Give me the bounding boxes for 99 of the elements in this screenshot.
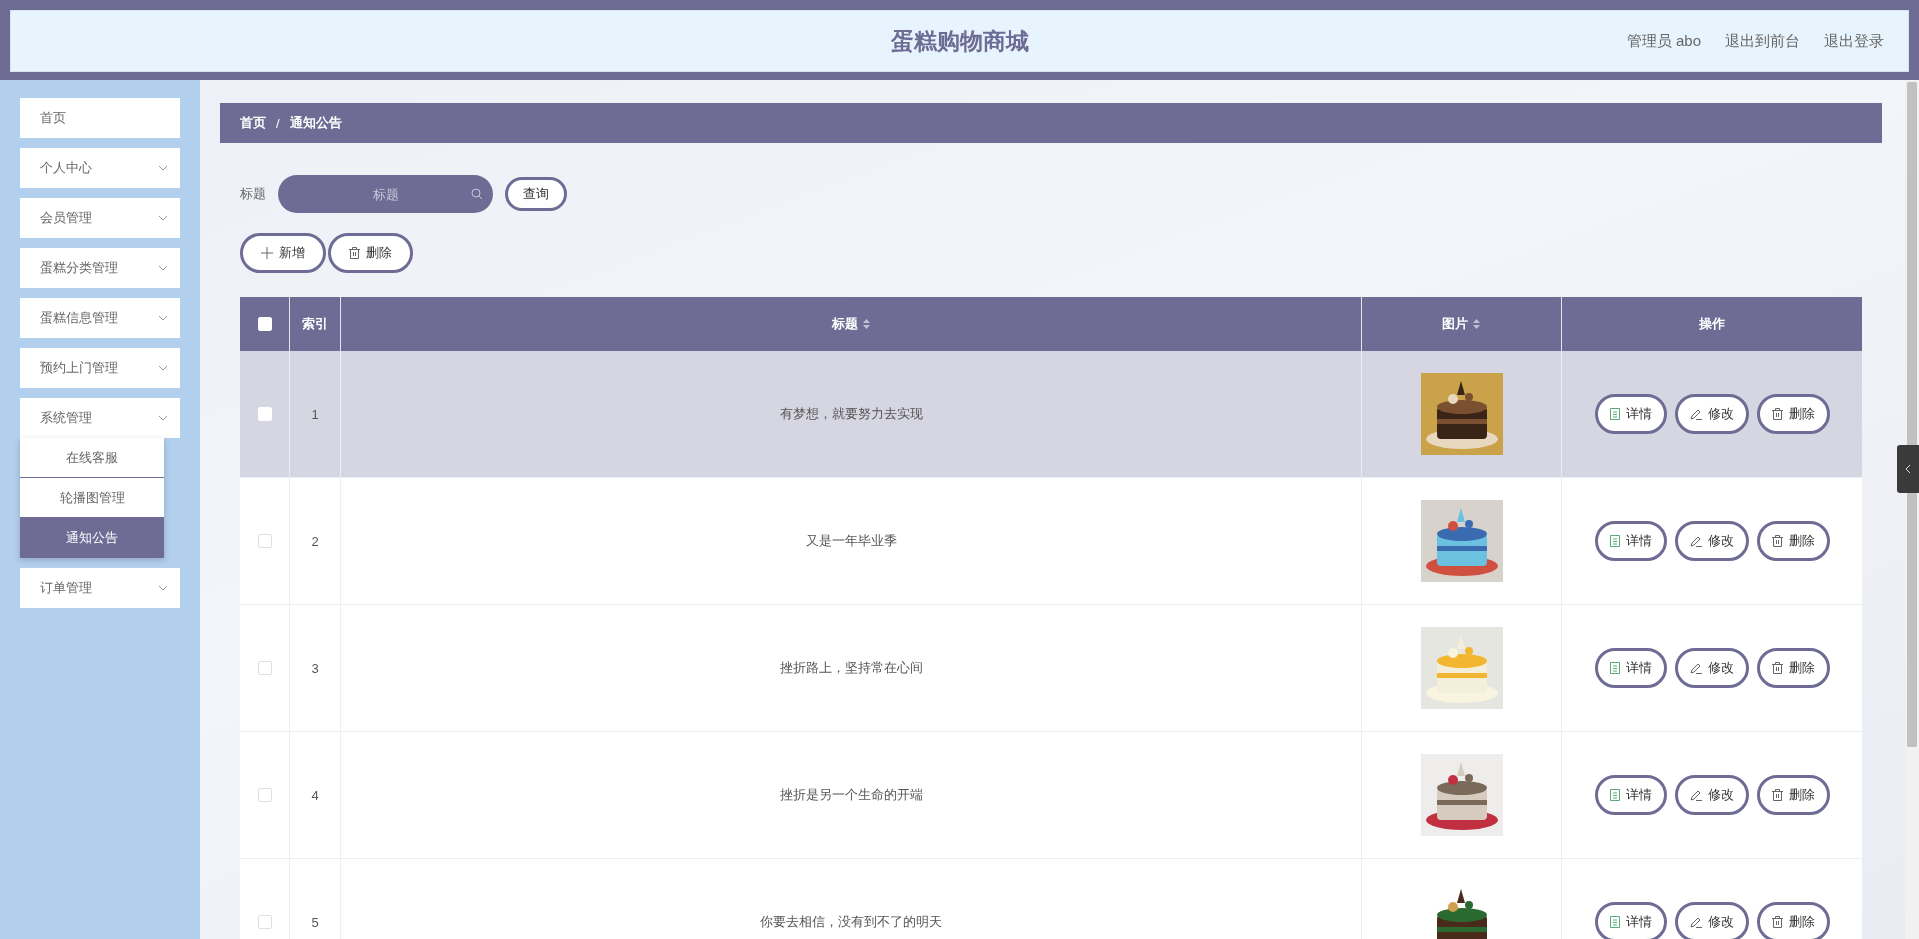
title-cell: 有梦想，就要努力去实现 xyxy=(779,405,923,423)
sidebar-item-label: 首页 xyxy=(40,109,66,127)
sidebar-item[interactable]: 预约上门管理 xyxy=(20,348,180,388)
chevron-left-icon xyxy=(1905,464,1911,474)
column-label: 索引 xyxy=(302,315,328,333)
title-cell: 又是一年毕业季 xyxy=(805,532,897,550)
sidebar-item[interactable]: 个人中心 xyxy=(20,148,180,188)
sidebar-item-label: 蛋糕分类管理 xyxy=(40,259,118,277)
chevron-down-icon xyxy=(158,265,168,271)
header-link[interactable]: 退出到前台 xyxy=(1725,31,1800,51)
row-checkbox[interactable] xyxy=(257,788,272,802)
document-icon xyxy=(1609,789,1620,801)
header-link[interactable]: 管理员 abo xyxy=(1626,31,1701,51)
scrollbar[interactable] xyxy=(1905,80,1919,939)
pencil-icon xyxy=(1689,535,1702,547)
sidebar-item-label: 个人中心 xyxy=(40,159,92,177)
breadcrumb-item[interactable]: 通知公告 xyxy=(289,114,342,132)
delete-button[interactable]: 删除 xyxy=(328,233,413,273)
detail-button[interactable]: 详情 xyxy=(1594,648,1667,688)
table-row[interactable]: 1 有梦想，就要努力去实现 详情 修改 删除 xyxy=(240,351,1862,478)
row-checkbox[interactable] xyxy=(257,661,272,675)
column-label: 标题 xyxy=(831,315,858,333)
index-cell: 4 xyxy=(311,787,319,803)
search-label: 标题 xyxy=(240,185,266,203)
chevron-down-icon xyxy=(158,585,168,591)
document-icon xyxy=(1609,408,1620,420)
sidebar-item-label: 订单管理 xyxy=(40,579,92,597)
query-button[interactable]: 查询 xyxy=(505,177,567,211)
pencil-icon xyxy=(1689,662,1702,674)
search-field[interactable]: 标题 xyxy=(278,175,493,213)
delete-button[interactable]: 删除 xyxy=(1756,775,1830,815)
breadcrumb-item[interactable]: 首页 xyxy=(240,114,266,132)
edit-button[interactable]: 修改 xyxy=(1674,394,1749,434)
search-icon xyxy=(471,188,483,200)
title-cell: 你要去相信，没有到不了的明天 xyxy=(760,913,942,931)
document-icon xyxy=(1609,916,1620,928)
sidebar-item-label: 会员管理 xyxy=(40,209,92,227)
chevron-down-icon xyxy=(158,415,168,421)
sidebar-item[interactable]: 蛋糕分类管理 xyxy=(20,248,180,288)
detail-button[interactable]: 详情 xyxy=(1594,394,1667,434)
sidebar-item[interactable]: 蛋糕信息管理 xyxy=(20,298,180,338)
table-row[interactable]: 4 挫折是另一个生命的开端 详情 修改 删除 xyxy=(240,732,1862,859)
delete-button[interactable]: 删除 xyxy=(1756,902,1830,939)
sidebar-item-label: 系统管理 xyxy=(40,409,92,427)
trash-icon xyxy=(1771,662,1783,674)
row-checkbox[interactable] xyxy=(257,534,272,548)
sidebar-item-label: 预约上门管理 xyxy=(40,359,118,377)
pencil-icon xyxy=(1689,408,1702,420)
pencil-icon xyxy=(1689,916,1702,928)
chevron-down-icon xyxy=(158,165,168,171)
title-cell: 挫折是另一个生命的开端 xyxy=(779,786,923,804)
sort-icon[interactable] xyxy=(1472,318,1481,330)
pencil-icon xyxy=(1689,789,1702,801)
detail-button[interactable]: 详情 xyxy=(1594,521,1667,561)
select-all-checkbox[interactable] xyxy=(257,317,272,331)
breadcrumb-separator: / xyxy=(276,115,280,131)
submenu-item[interactable]: 在线客服 xyxy=(20,438,164,478)
edit-button[interactable]: 修改 xyxy=(1674,521,1749,561)
delete-button[interactable]: 删除 xyxy=(1756,394,1830,434)
detail-button[interactable]: 详情 xyxy=(1594,775,1667,815)
edit-button[interactable]: 修改 xyxy=(1674,648,1749,688)
index-cell: 2 xyxy=(311,533,319,549)
document-icon xyxy=(1609,535,1620,547)
trash-icon xyxy=(1771,408,1783,420)
table-row[interactable]: 2 又是一年毕业季 详情 修改 删除 xyxy=(240,478,1862,605)
sidebar-item[interactable]: 订单管理 xyxy=(20,568,180,608)
delete-button[interactable]: 删除 xyxy=(1756,521,1830,561)
site-title: 蛋糕购物商城 xyxy=(890,26,1029,56)
edit-button[interactable]: 修改 xyxy=(1674,775,1749,815)
sidebar-item[interactable]: 首页 xyxy=(20,98,180,138)
trash-icon xyxy=(1771,916,1783,928)
sidebar-item[interactable]: 系统管理 xyxy=(20,398,180,438)
detail-button[interactable]: 详情 xyxy=(1594,902,1667,939)
sort-icon[interactable] xyxy=(861,318,871,330)
sidebar-item[interactable]: 会员管理 xyxy=(20,198,180,238)
table-row[interactable]: 3 挫折路上，坚持常在心间 详情 修改 删除 xyxy=(240,605,1862,732)
row-checkbox[interactable] xyxy=(257,915,272,929)
submenu-item[interactable]: 通知公告 xyxy=(20,518,164,558)
collapse-tab[interactable] xyxy=(1897,445,1919,493)
trash-icon xyxy=(349,247,360,259)
edit-button[interactable]: 修改 xyxy=(1674,902,1749,939)
column-label: 操作 xyxy=(1699,315,1725,333)
index-cell: 3 xyxy=(311,660,319,676)
chevron-down-icon xyxy=(158,365,168,371)
plus-icon xyxy=(261,247,273,259)
submenu-item[interactable]: 轮播图管理 xyxy=(20,478,164,518)
index-cell: 5 xyxy=(311,914,319,930)
trash-icon xyxy=(1771,535,1783,547)
title-cell: 挫折路上，坚持常在心间 xyxy=(779,659,923,677)
index-cell: 1 xyxy=(311,406,319,422)
chevron-down-icon xyxy=(158,215,168,221)
header-link[interactable]: 退出登录 xyxy=(1824,31,1884,51)
document-icon xyxy=(1609,662,1620,674)
delete-button[interactable]: 删除 xyxy=(1756,648,1830,688)
chevron-down-icon xyxy=(158,315,168,321)
column-label: 图片 xyxy=(1442,315,1468,333)
add-button[interactable]: 新增 xyxy=(240,233,326,273)
trash-icon xyxy=(1771,789,1783,801)
sidebar-item-label: 蛋糕信息管理 xyxy=(40,309,118,327)
